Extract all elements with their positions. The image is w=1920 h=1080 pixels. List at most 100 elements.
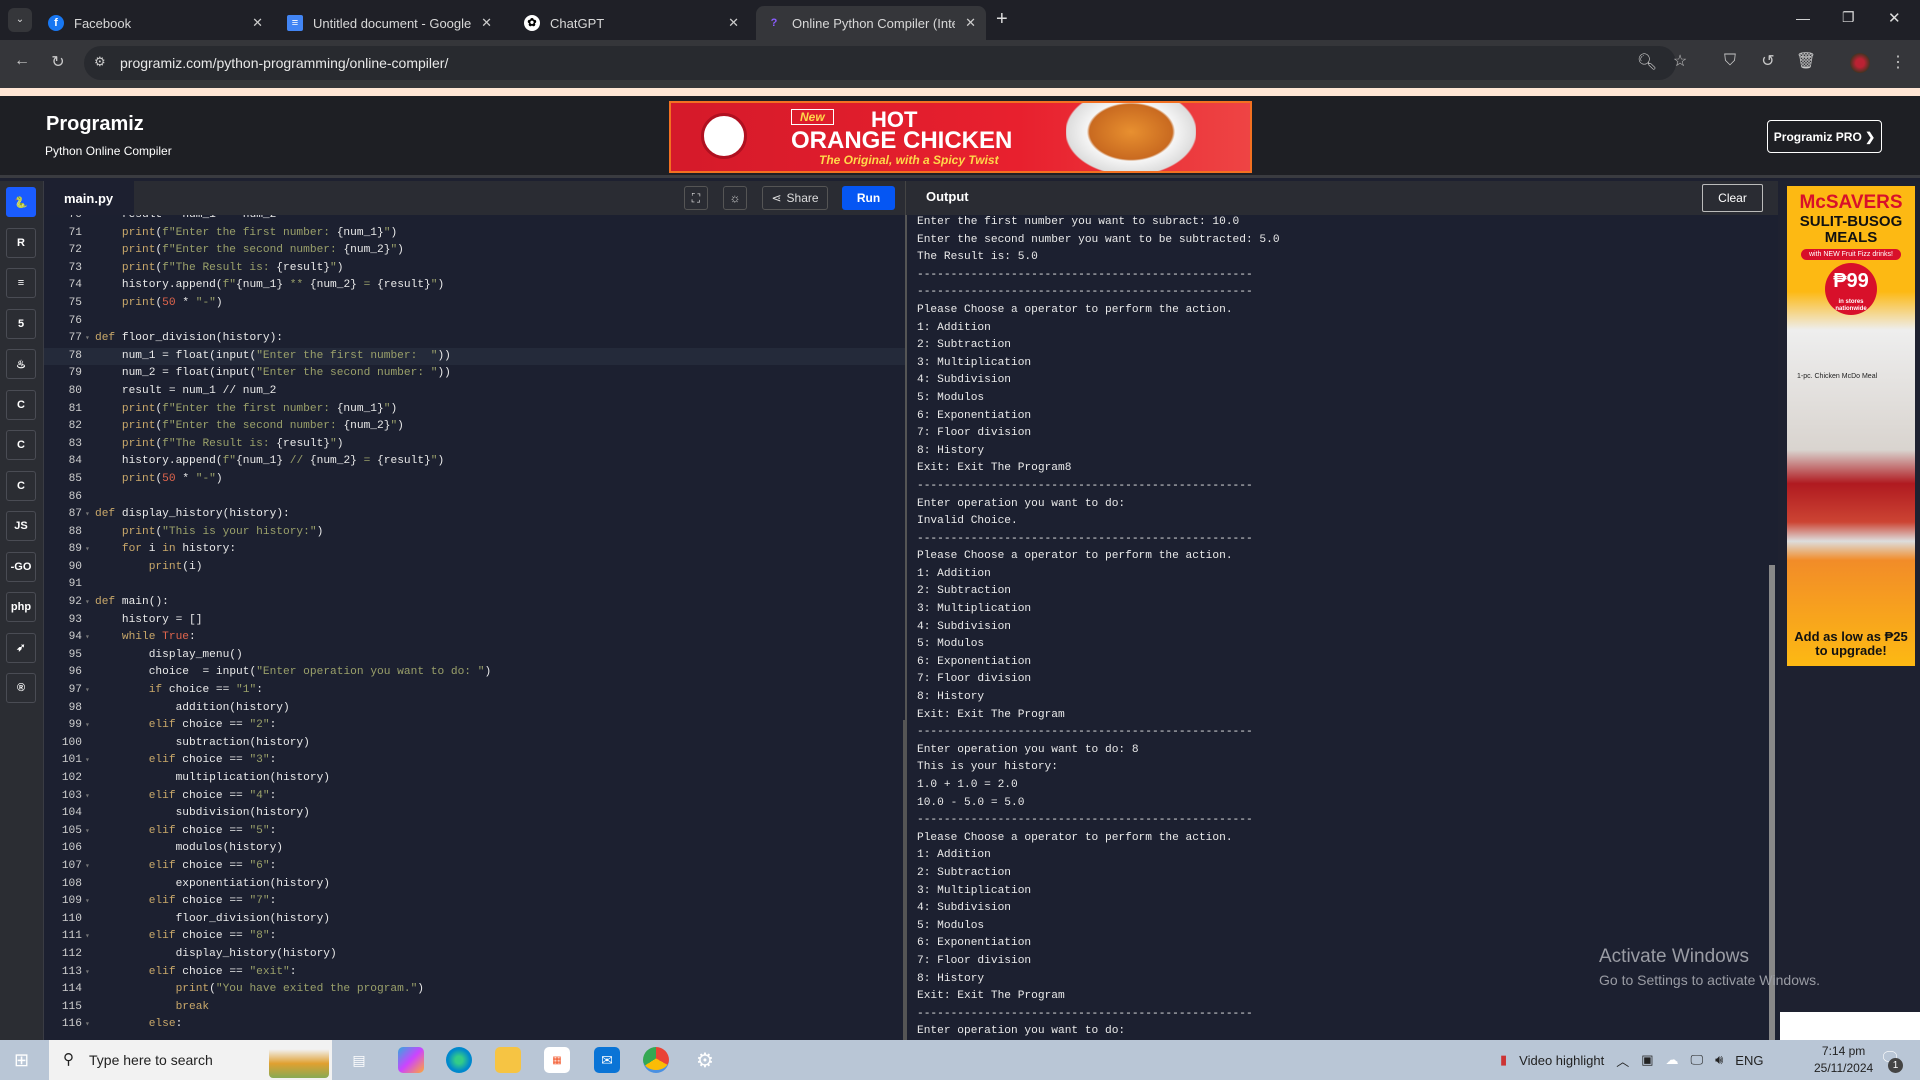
code-line[interactable]: 103 ▾ elif choice == "4": bbox=[44, 788, 905, 806]
code-line[interactable]: 87 ▾ def display_history(history): bbox=[44, 506, 905, 524]
code-line[interactable]: 74 history.append(f"{num_1} ** {num_2} =… bbox=[44, 277, 905, 295]
windows-start-icon[interactable]: ⊞ bbox=[14, 1050, 29, 1071]
history-icon[interactable]: ↺ bbox=[1756, 51, 1780, 71]
code-line[interactable]: 115 break bbox=[44, 999, 905, 1017]
zoom-icon[interactable]: 🔍︎ bbox=[1635, 52, 1659, 72]
code-line[interactable]: 104 subdivision(history) bbox=[44, 805, 905, 823]
side-ad[interactable]: McSAVERS SULIT-BUSOG MEALS with NEW Frui… bbox=[1787, 186, 1915, 666]
code-line[interactable]: 72 print(f"Enter the second number: {num… bbox=[44, 242, 905, 260]
banner-ad[interactable]: New HOT ORANGE CHICKEN The Original, wit… bbox=[669, 101, 1252, 173]
tab-chatgpt[interactable]: ✿ ChatGPT ✕ bbox=[514, 6, 749, 40]
language-php-button[interactable]: php bbox=[6, 592, 36, 622]
output-console[interactable]: Enter the first number you want to subra… bbox=[905, 215, 1778, 1040]
language-html-button[interactable]: 5 bbox=[6, 308, 36, 339]
code-line[interactable]: 98 addition(history) bbox=[44, 700, 905, 718]
edge-icon[interactable] bbox=[446, 1047, 472, 1073]
code-line[interactable]: 114 print("You have exited the program."… bbox=[44, 981, 905, 999]
programiz-logo[interactable]: Programiz bbox=[46, 113, 144, 136]
address-bar[interactable]: ⚙ programiz.com/python-programming/onlin… bbox=[84, 46, 1676, 80]
code-line[interactable]: 77 ▾ def floor_division(history): bbox=[44, 330, 905, 348]
fold-toggle-icon[interactable]: ▾ bbox=[85, 964, 90, 982]
camera-icon[interactable]: ▣ bbox=[1641, 1052, 1653, 1068]
clear-button[interactable]: Clear bbox=[1702, 184, 1763, 212]
show-hidden-icons[interactable]: ︿ bbox=[1616, 1051, 1629, 1070]
code-line[interactable]: 93 history = [] bbox=[44, 612, 905, 630]
menu-icon[interactable]: ⋮ bbox=[1886, 52, 1910, 72]
minimize-button[interactable]: — bbox=[1796, 10, 1810, 26]
language-swift-button[interactable]: ➶ bbox=[6, 632, 36, 663]
incognito-icon[interactable]: ⛉ bbox=[1718, 52, 1742, 70]
code-line[interactable]: 96 choice = input("Enter operation you w… bbox=[44, 664, 905, 682]
code-editor[interactable]: 70 result = num_1 ** num_2 71 print(f"Ent… bbox=[44, 215, 905, 1040]
code-line[interactable]: 94 ▾ while True: bbox=[44, 629, 905, 647]
theme-toggle-button[interactable]: ☼ bbox=[723, 186, 747, 210]
fold-toggle-icon[interactable]: ▾ bbox=[85, 1016, 90, 1034]
file-tab-main-py[interactable]: main.py bbox=[44, 181, 134, 215]
language-java-button[interactable]: ♨ bbox=[6, 349, 36, 379]
code-line[interactable]: 112 display_history(history) bbox=[44, 946, 905, 964]
trash-icon[interactable]: 🗑︎ bbox=[1794, 51, 1818, 71]
code-line[interactable]: 92 ▾ def main(): bbox=[44, 594, 905, 612]
code-line[interactable]: 86 bbox=[44, 489, 905, 507]
fold-toggle-icon[interactable]: ▾ bbox=[85, 893, 90, 911]
chrome-icon[interactable] bbox=[643, 1047, 669, 1073]
fold-toggle-icon[interactable]: ▾ bbox=[85, 858, 90, 876]
code-line[interactable]: 108 exponentiation(history) bbox=[44, 876, 905, 894]
tab-programiz[interactable]: ? Online Python Compiler (Interp ✕ bbox=[756, 6, 986, 40]
tab-google-docs[interactable]: ≡ Untitled document - Google Do ✕ bbox=[277, 6, 502, 40]
code-line[interactable]: 84 history.append(f"{num_1} // {num_2} =… bbox=[44, 453, 905, 471]
nba-icon[interactable]: ▮ bbox=[1500, 1052, 1507, 1068]
fold-toggle-icon[interactable]: ▾ bbox=[85, 629, 90, 647]
back-icon[interactable]: ← bbox=[10, 52, 34, 70]
bookmark-star-icon[interactable]: ☆ bbox=[1668, 51, 1692, 71]
code-line[interactable]: 76 bbox=[44, 313, 905, 331]
code-line[interactable]: 85 print(50 * "-") bbox=[44, 471, 905, 489]
code-line[interactable]: 78 num_1 = float(input("Enter the first … bbox=[44, 347, 905, 366]
new-tab-button[interactable]: + bbox=[996, 8, 1008, 31]
mail-icon[interactable]: ✉ bbox=[594, 1047, 620, 1073]
url-text[interactable]: programiz.com/python-programming/online-… bbox=[120, 55, 448, 71]
run-button[interactable]: Run bbox=[842, 186, 895, 210]
settings-icon[interactable]: ⚙ bbox=[692, 1047, 718, 1073]
language-r-button[interactable]: R bbox=[6, 227, 36, 258]
close-tab-icon[interactable]: ✕ bbox=[728, 15, 739, 31]
language-go-button[interactable]: -GO bbox=[6, 551, 36, 582]
task-view-icon[interactable]: ▤ bbox=[346, 1047, 372, 1073]
language-javascript-button[interactable]: JS bbox=[6, 511, 36, 541]
news-widget[interactable]: Video highlight bbox=[1519, 1053, 1604, 1068]
code-line[interactable]: 113 ▾ elif choice == "exit": bbox=[44, 964, 905, 982]
code-line[interactable]: 106 modulos(history) bbox=[44, 840, 905, 858]
language-rust-button[interactable]: ® bbox=[6, 673, 36, 703]
tab-search-button[interactable]: ⌄ bbox=[8, 8, 32, 32]
language-python-button[interactable]: 🐍 bbox=[6, 187, 36, 217]
fold-toggle-icon[interactable]: ▾ bbox=[85, 541, 90, 559]
code-line[interactable]: 90 print(i) bbox=[44, 559, 905, 577]
fold-toggle-icon[interactable]: ▾ bbox=[85, 752, 90, 770]
code-line[interactable]: 116 ▾ else: bbox=[44, 1016, 905, 1034]
code-line[interactable]: 95 display_menu() bbox=[44, 647, 905, 665]
fullscreen-button[interactable]: ⛶ bbox=[684, 186, 708, 210]
site-settings-icon[interactable]: ⚙ bbox=[94, 54, 106, 70]
code-line[interactable]: 97 ▾ if choice == "1": bbox=[44, 682, 905, 700]
onedrive-icon[interactable]: ☁ bbox=[1666, 1052, 1679, 1068]
code-line[interactable]: 79 num_2 = float(input("Enter the second… bbox=[44, 365, 905, 383]
code-line[interactable]: 111 ▾ elif choice == "8": bbox=[44, 928, 905, 946]
language-csharp-button[interactable]: C bbox=[6, 470, 36, 501]
code-line[interactable]: 101 ▾ elif choice == "3": bbox=[44, 752, 905, 770]
language-sql-button[interactable]: ≡ bbox=[6, 268, 36, 298]
close-window-button[interactable]: ✕ bbox=[1888, 9, 1901, 27]
copilot-icon[interactable] bbox=[398, 1047, 424, 1073]
fold-toggle-icon[interactable]: ▾ bbox=[85, 506, 90, 524]
fold-toggle-icon[interactable]: ▾ bbox=[85, 788, 90, 806]
tab-facebook[interactable]: f Facebook ✕ bbox=[38, 6, 273, 40]
fold-toggle-icon[interactable]: ▾ bbox=[85, 330, 90, 348]
fold-toggle-icon[interactable]: ▾ bbox=[85, 682, 90, 700]
taskbar-search[interactable]: ⚲ Type here to search bbox=[49, 1040, 332, 1080]
code-line[interactable]: 89 ▾ for i in history: bbox=[44, 541, 905, 559]
close-tab-icon[interactable]: ✕ bbox=[252, 15, 263, 31]
close-tab-icon[interactable]: ✕ bbox=[481, 15, 492, 31]
code-line[interactable]: 105 ▾ elif choice == "5": bbox=[44, 823, 905, 841]
code-line[interactable]: 109 ▾ elif choice == "7": bbox=[44, 893, 905, 911]
code-line[interactable]: 80 result = num_1 // num_2 bbox=[44, 383, 905, 401]
programiz-pro-button[interactable]: Programiz PRO ❯ bbox=[1767, 120, 1882, 153]
